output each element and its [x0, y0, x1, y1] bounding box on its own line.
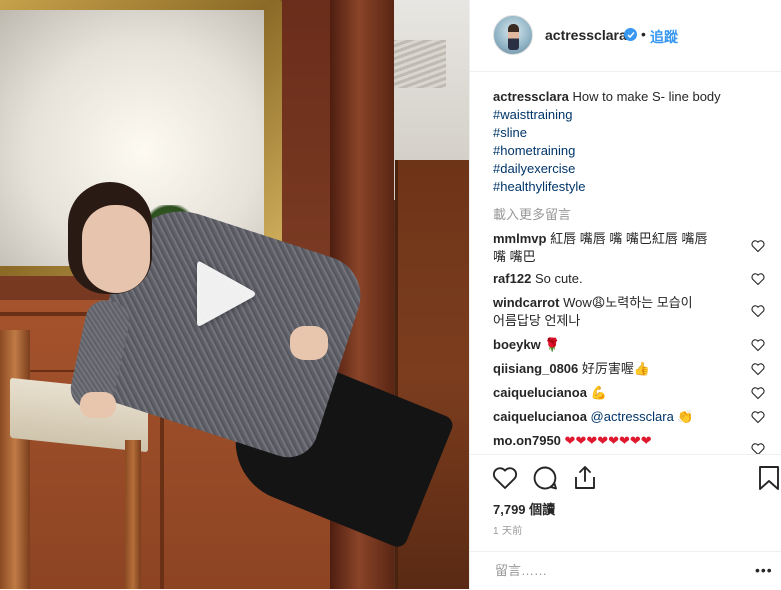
- caption-text: How to make S- line body: [572, 89, 721, 104]
- comment-username[interactable]: raf122: [493, 271, 531, 286]
- comment-text: 💪: [590, 385, 607, 400]
- post-actions: 7,799 個讀 1 天前 •••: [470, 454, 781, 589]
- comment-like-heart-icon[interactable]: [751, 239, 765, 253]
- play-icon: [197, 261, 255, 326]
- comment-item: caiquelucianoa @actressclara 👏: [493, 408, 753, 426]
- comment-item: mo.on7950 ❤❤❤❤❤❤❤❤: [493, 432, 753, 450]
- hashtag-link[interactable]: #healthylifestyle: [493, 178, 753, 196]
- comment-item: windcarrot Wow😩노력하는 모습이 어름답당 언제나: [493, 294, 753, 330]
- comment-item: boeykw 🌹: [493, 336, 753, 354]
- comment-username[interactable]: windcarrot: [493, 295, 559, 310]
- comment-text-continued: 어름답당 언제나: [493, 313, 581, 328]
- bookmark-icon[interactable]: [755, 464, 781, 492]
- comment-username[interactable]: caiquelucianoa: [493, 385, 587, 400]
- hashtag-link[interactable]: #dailyexercise: [493, 160, 753, 178]
- add-comment-section: •••: [470, 551, 781, 590]
- post-details-panel: actressclara • 追蹤 actressclara How to ma…: [469, 0, 781, 589]
- post-video[interactable]: [0, 0, 469, 589]
- play-button[interactable]: [195, 258, 257, 330]
- comments-list[interactable]: actressclara How to make S- line body #w…: [470, 72, 781, 454]
- heart-icon[interactable]: [491, 464, 519, 492]
- comment-username[interactable]: caiquelucianoa: [493, 409, 587, 424]
- more-options-icon[interactable]: •••: [755, 562, 773, 578]
- comment-like-heart-icon[interactable]: [751, 272, 765, 286]
- verified-badge-icon: [624, 28, 637, 41]
- post-header: actressclara • 追蹤: [470, 0, 781, 72]
- post-caption: actressclara How to make S- line body #w…: [493, 88, 753, 196]
- share-icon[interactable]: [571, 464, 599, 492]
- avatar[interactable]: [493, 15, 533, 55]
- comment-text: 好厉害喔👍: [581, 361, 651, 376]
- comment-input[interactable]: [493, 562, 737, 579]
- comment-item: raf122 So cute.: [493, 270, 753, 288]
- comment-text: 紅唇 嘴唇 嘴 嘴巴紅唇 嘴唇: [550, 231, 708, 246]
- comment-like-heart-icon[interactable]: [751, 304, 765, 318]
- separator-dot: •: [641, 26, 646, 42]
- comment-icon[interactable]: [531, 464, 559, 492]
- comment-like-heart-icon[interactable]: [751, 410, 765, 424]
- post-timestamp[interactable]: 1 天前: [493, 522, 523, 537]
- comment-like-heart-icon[interactable]: [751, 386, 765, 400]
- caption-username[interactable]: actressclara: [493, 89, 569, 104]
- comment-like-heart-icon[interactable]: [751, 362, 765, 376]
- comment-text-continued: 嘴 嘴巴: [493, 249, 536, 264]
- hashtag-link[interactable]: #hometraining: [493, 142, 753, 160]
- comment-item: caiquelucianoa 💪: [493, 384, 753, 402]
- comment-username[interactable]: mo.on7950: [493, 433, 561, 448]
- comment-text: ❤❤❤❤❤❤❤❤: [564, 433, 652, 448]
- header-username[interactable]: actressclara: [545, 27, 627, 43]
- comment-like-heart-icon[interactable]: [751, 442, 765, 454]
- load-more-comments-link[interactable]: 載入更多留言: [493, 204, 571, 223]
- instagram-post-page: actressclara • 追蹤 actressclara How to ma…: [0, 0, 781, 589]
- comment-text: @actressclara 👏: [590, 409, 694, 424]
- follow-button[interactable]: 追蹤: [650, 27, 678, 47]
- comment-username[interactable]: mmlmvp: [493, 231, 546, 246]
- comment-username[interactable]: boeykw: [493, 337, 541, 352]
- comment-username[interactable]: qiisiang_0806: [493, 361, 578, 376]
- comment-text: Wow😩노력하는 모습이: [563, 295, 693, 310]
- hashtag-link[interactable]: #sline: [493, 124, 753, 142]
- comment-item: qiisiang_0806 好厉害喔👍: [493, 360, 753, 378]
- comment-text: So cute.: [534, 271, 583, 286]
- view-count[interactable]: 7,799 個讀: [493, 499, 555, 518]
- hashtag-link[interactable]: #waisttraining: [493, 106, 753, 124]
- comment-like-heart-icon[interactable]: [751, 338, 765, 352]
- comment-text: 🌹: [544, 337, 561, 352]
- comment-item: mmlmvp 紅唇 嘴唇 嘴 嘴巴紅唇 嘴唇 嘴 嘴巴: [493, 230, 753, 266]
